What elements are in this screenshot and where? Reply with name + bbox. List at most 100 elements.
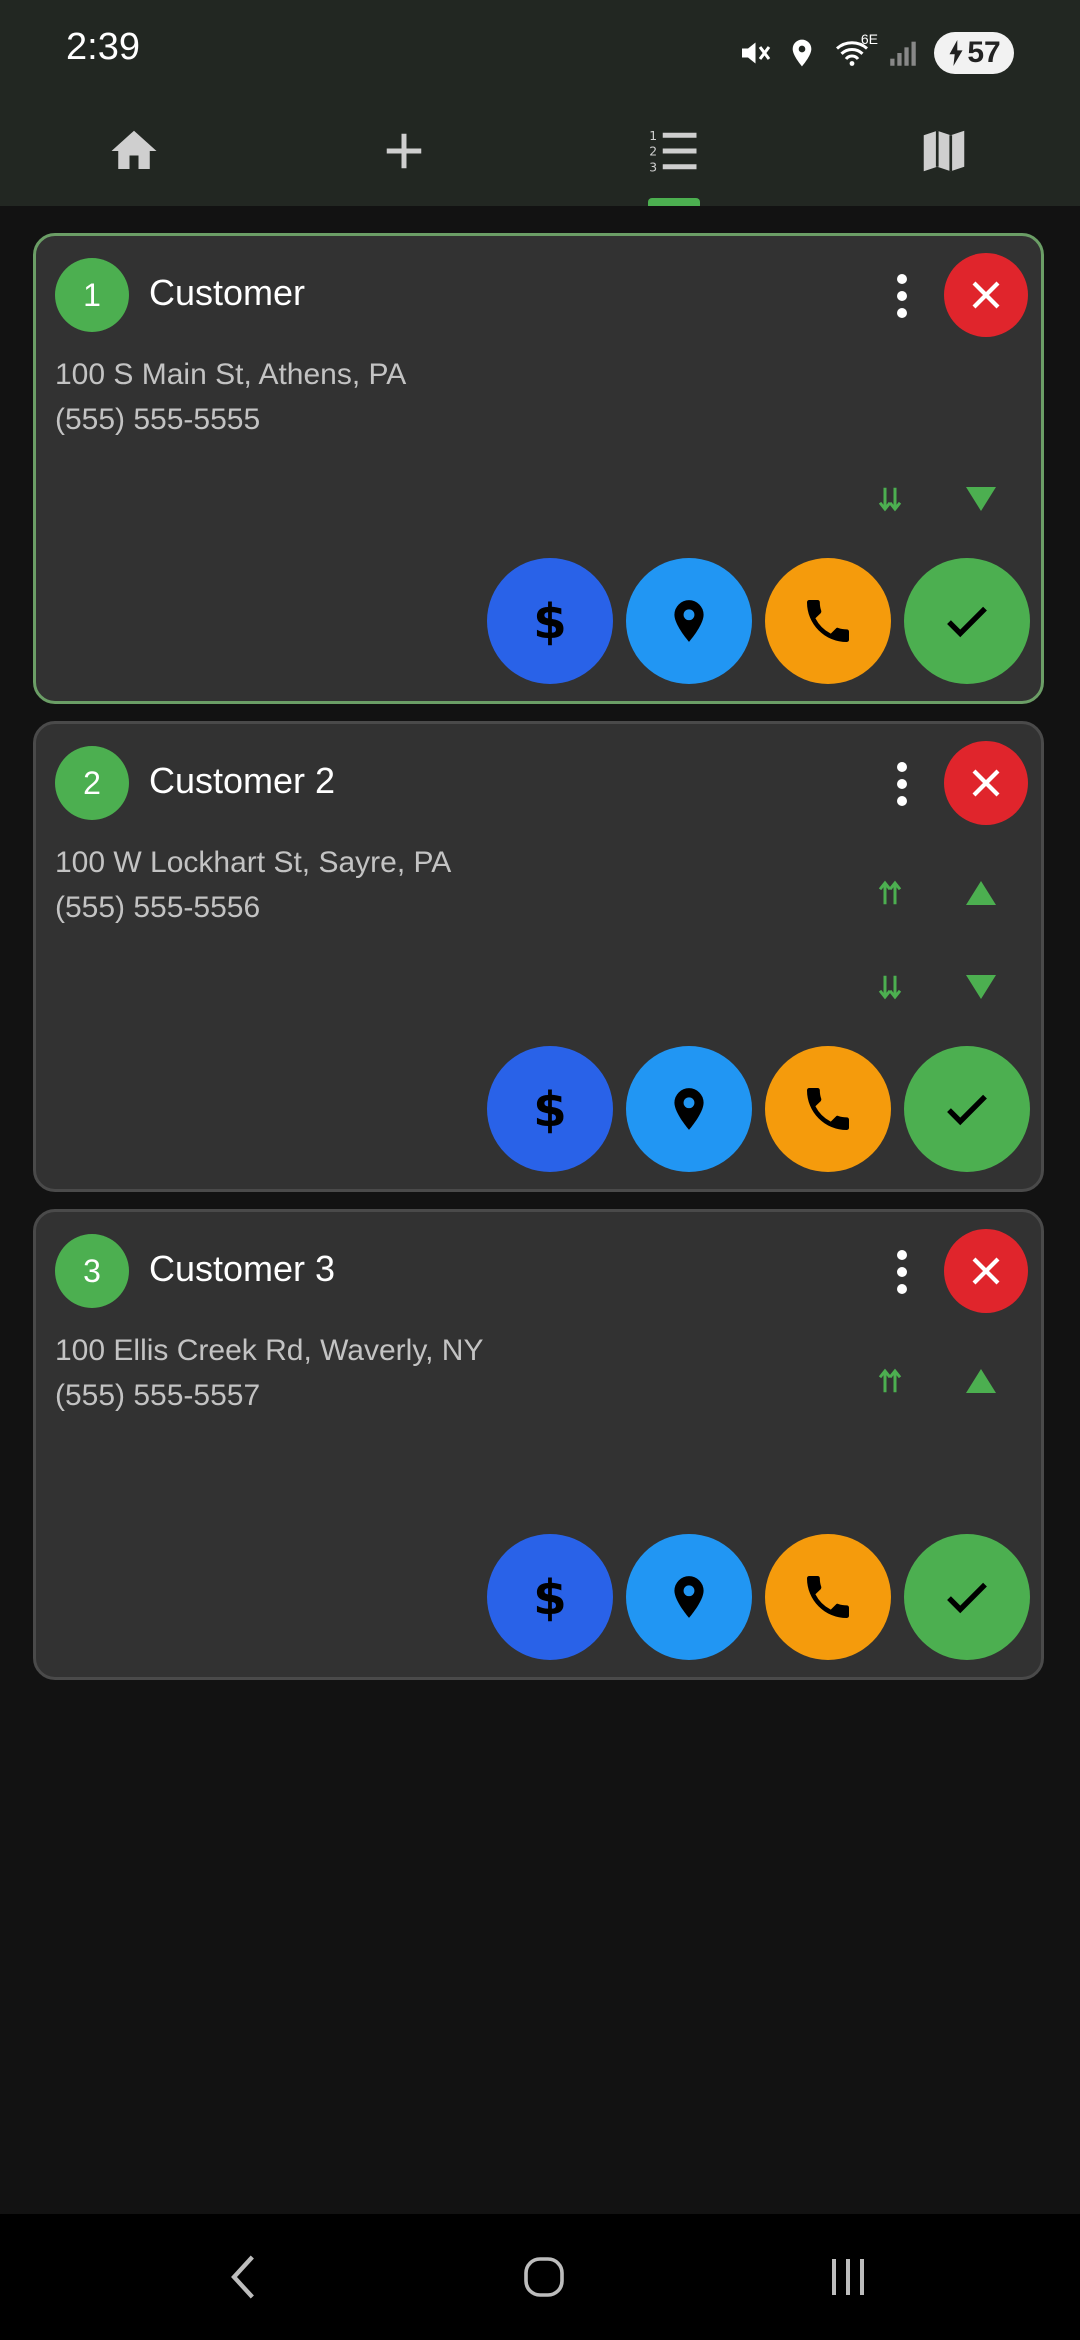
move-to-bottom-button[interactable] xyxy=(860,474,920,524)
nav-add[interactable] xyxy=(334,100,474,206)
dollar-icon: $ xyxy=(533,1570,567,1626)
network-label: 6E xyxy=(860,31,878,47)
svg-text:$: $ xyxy=(533,1570,567,1626)
map-pin-icon xyxy=(674,1088,704,1130)
navigate-button[interactable] xyxy=(626,1046,752,1172)
nav-active-indicator xyxy=(648,198,700,206)
stop-number-badge: 1 xyxy=(55,258,129,332)
nav-map[interactable] xyxy=(874,100,1014,206)
triangle-up-icon xyxy=(966,1369,996,1393)
move-up-button[interactable] xyxy=(951,868,1011,918)
map-pin-icon xyxy=(674,1576,704,1618)
mute-icon xyxy=(736,35,772,71)
customer-name: Customer xyxy=(149,272,306,313)
move-to-bottom-button[interactable] xyxy=(860,962,920,1012)
top-navigation: 1 2 3 xyxy=(0,100,1080,206)
check-icon xyxy=(947,1094,987,1126)
status-time: 2:39 xyxy=(66,26,140,68)
move-down-button[interactable] xyxy=(951,962,1011,1012)
double-arrow-down-icon xyxy=(878,487,902,512)
remove-stop-button[interactable] xyxy=(944,741,1028,825)
more-options-button[interactable] xyxy=(882,1242,922,1302)
move-down-button[interactable] xyxy=(951,474,1011,524)
phone-icon xyxy=(807,600,849,642)
stop-number-badge: 2 xyxy=(55,746,129,820)
customer-address: 100 S Main St, Athens, PA xyxy=(55,358,407,391)
stop-card-1[interactable]: 1 Customer 100 S Main St, Athens, PA (55… xyxy=(33,233,1044,704)
check-icon xyxy=(947,1582,987,1614)
navigate-button[interactable] xyxy=(626,1534,752,1660)
status-bar: 2:39 6E 57 xyxy=(0,0,1080,100)
navigate-button[interactable] xyxy=(626,558,752,684)
double-arrow-up-icon xyxy=(878,1368,902,1393)
home-button[interactable] xyxy=(484,2214,604,2340)
check-icon xyxy=(947,606,987,638)
more-vert-icon xyxy=(897,1250,907,1294)
customer-name: Customer 2 xyxy=(149,760,336,801)
customer-name: Customer 3 xyxy=(149,1248,336,1289)
double-arrow-up-icon xyxy=(878,880,902,905)
call-button[interactable] xyxy=(765,1046,891,1172)
stop-card-3[interactable]: 3 Customer 3 100 Ellis Creek Rd, Waverly… xyxy=(33,1209,1044,1680)
home-icon xyxy=(107,124,161,183)
svg-text:$: $ xyxy=(533,1082,567,1138)
remove-stop-button[interactable] xyxy=(944,253,1028,337)
dollar-icon: $ xyxy=(533,1082,567,1138)
call-button[interactable] xyxy=(765,1534,891,1660)
customer-address: 100 Ellis Creek Rd, Waverly, NY xyxy=(55,1334,484,1367)
triangle-down-icon xyxy=(966,975,996,999)
payment-button[interactable]: $ xyxy=(487,1046,613,1172)
map-icon xyxy=(917,124,971,183)
more-vert-icon xyxy=(897,762,907,806)
customer-phone: (555) 555-5556 xyxy=(55,891,261,924)
svg-text:2: 2 xyxy=(649,144,657,158)
back-button[interactable] xyxy=(184,2214,304,2340)
dollar-icon: $ xyxy=(533,594,567,650)
move-to-top-button[interactable] xyxy=(860,868,920,918)
stop-card-2[interactable]: 2 Customer 2 100 W Lockhart St, Sayre, P… xyxy=(33,721,1044,1192)
wifi-icon: 6E xyxy=(832,31,878,71)
payment-button[interactable]: $ xyxy=(487,1534,613,1660)
complete-stop-button[interactable] xyxy=(904,558,1030,684)
remove-stop-button[interactable] xyxy=(944,1229,1028,1313)
nav-list[interactable]: 1 2 3 xyxy=(604,100,744,206)
recents-button[interactable] xyxy=(788,2214,908,2340)
phone-icon xyxy=(807,1088,849,1130)
ordered-list-icon: 1 2 3 xyxy=(647,124,701,183)
more-options-button[interactable] xyxy=(882,266,922,326)
close-icon xyxy=(972,281,1000,309)
status-icons: 6E 57 xyxy=(736,28,1014,78)
complete-stop-button[interactable] xyxy=(904,1046,1030,1172)
more-options-button[interactable] xyxy=(882,754,922,814)
map-pin-icon xyxy=(674,600,704,642)
call-button[interactable] xyxy=(765,558,891,684)
more-vert-icon xyxy=(897,274,907,318)
nav-home[interactable] xyxy=(64,100,204,206)
top-bar: 2:39 6E 57 1 2 3 xyxy=(0,0,1080,206)
svg-text:$: $ xyxy=(533,594,567,650)
payment-button[interactable]: $ xyxy=(487,558,613,684)
phone-icon xyxy=(807,1576,849,1618)
plus-icon xyxy=(381,128,427,179)
battery-charging-icon: 57 xyxy=(934,32,1014,74)
recents-icon xyxy=(832,2259,864,2295)
customer-phone: (555) 555-5555 xyxy=(55,403,261,436)
move-up-button[interactable] xyxy=(951,1356,1011,1406)
move-to-top-button[interactable] xyxy=(860,1356,920,1406)
system-navigation-bar xyxy=(0,2214,1080,2340)
close-icon xyxy=(972,769,1000,797)
double-arrow-down-icon xyxy=(878,975,902,1000)
complete-stop-button[interactable] xyxy=(904,1534,1030,1660)
stop-number-badge: 3 xyxy=(55,1234,129,1308)
battery-level: 57 xyxy=(967,36,1001,69)
signal-icon xyxy=(886,35,920,71)
customer-phone: (555) 555-5557 xyxy=(55,1379,261,1412)
svg-text:3: 3 xyxy=(649,160,657,174)
home-circle-icon xyxy=(524,2257,564,2297)
triangle-up-icon xyxy=(966,881,996,905)
triangle-down-icon xyxy=(966,487,996,511)
back-icon xyxy=(231,2255,254,2299)
customer-address: 100 W Lockhart St, Sayre, PA xyxy=(55,846,452,879)
close-icon xyxy=(972,1257,1000,1285)
svg-text:1: 1 xyxy=(649,128,657,142)
